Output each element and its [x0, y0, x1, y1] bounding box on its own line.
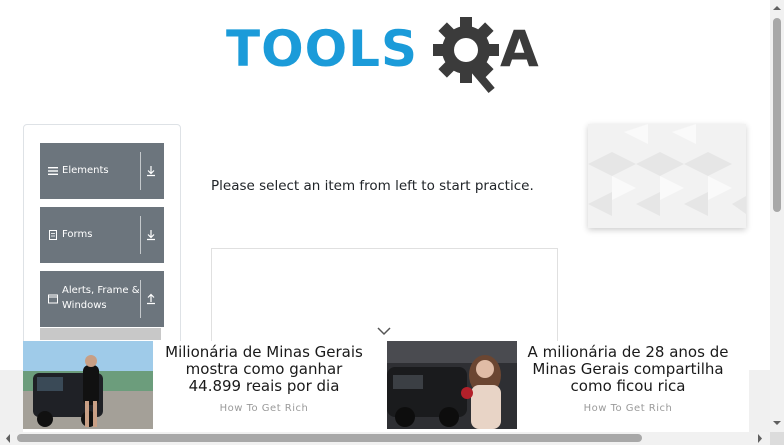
- scroll-up-arrow-icon[interactable]: [773, 4, 781, 12]
- ad-title[interactable]: A milionária de 28 anos de Minas Gerais …: [519, 344, 737, 395]
- ad-source[interactable]: How To Get Rich: [155, 403, 373, 414]
- ad-image-woman-car: [387, 341, 517, 429]
- ad-strip: Milionária de Minas Gerais mostra como g…: [0, 341, 770, 432]
- ad-title-line: Milionária de Minas Gerais: [165, 343, 363, 361]
- window-icon: [48, 294, 58, 304]
- download-arrow-icon: [147, 166, 155, 177]
- sidebar-group-alerts-frame-windows[interactable]: Alerts, Frame & Windows: [40, 271, 164, 327]
- ad-title-line: Minas Gerais compartilha: [532, 360, 724, 378]
- ad-title-line: mostra como ganhar: [185, 360, 343, 378]
- gear-icon: [433, 17, 499, 94]
- practice-instruction: Please select an item from left to start…: [211, 178, 534, 194]
- upload-arrow-icon: [147, 293, 155, 305]
- sidebar-group-label: Forms: [62, 229, 93, 240]
- scroll-right-arrow-icon[interactable]: [756, 434, 764, 443]
- ad-title[interactable]: Milionária de Minas Gerais mostra como g…: [155, 344, 373, 395]
- ad-title-line: A milionária de 28 anos de: [527, 343, 729, 361]
- sidebar-group-label-line2: Windows: [62, 300, 107, 311]
- ad-card-1[interactable]: Milionária de Minas Gerais mostra como g…: [23, 341, 385, 429]
- scrollbar-corner: [770, 432, 784, 445]
- ad-strip-left-edge: [0, 370, 23, 432]
- chevron-down-icon[interactable]: [376, 325, 392, 337]
- sidebar-group-label: Elements: [62, 165, 109, 176]
- vertical-scroll-thumb[interactable]: [773, 18, 781, 212]
- horizontal-scroll-thumb[interactable]: [17, 434, 642, 442]
- list-icon: [48, 167, 58, 175]
- vertical-scrollbar[interactable]: [770, 0, 784, 432]
- ad-title-line: como ficou rica: [570, 377, 686, 395]
- page-viewport: TOOLS A Elements Forms Alerts, Frame & W…: [0, 0, 784, 445]
- divider: [140, 216, 141, 254]
- triangle-pattern-image: [588, 124, 746, 228]
- ad-card-2[interactable]: A milionária de 28 anos de Minas Gerais …: [387, 341, 749, 429]
- horizontal-scrollbar[interactable]: [0, 432, 770, 445]
- logo-text-a: A: [500, 20, 539, 78]
- document-icon: [49, 230, 57, 240]
- ad-source[interactable]: How To Get Rich: [519, 403, 737, 414]
- divider: [140, 152, 141, 190]
- ad-title-line: 44.899 reais por dia: [188, 377, 340, 395]
- toolsqa-logo[interactable]: TOOLS A: [224, 14, 550, 94]
- promo-banner[interactable]: [588, 124, 746, 228]
- sidebar-group-forms[interactable]: Forms: [40, 207, 164, 263]
- sidebar-group-elements[interactable]: Elements: [40, 143, 164, 199]
- scroll-down-arrow-icon[interactable]: [773, 419, 781, 427]
- sidebar-panel: Elements Forms Alerts, Frame & Windows: [23, 124, 181, 364]
- divider: [140, 280, 141, 318]
- logo-text-tools: TOOLS: [226, 20, 418, 78]
- scroll-left-arrow-icon[interactable]: [4, 434, 12, 443]
- download-arrow-icon: [147, 230, 155, 241]
- ad-strip-right-edge: [749, 370, 770, 432]
- ad-image-car-woman: [23, 341, 153, 429]
- sidebar-scroll-area: [40, 328, 161, 340]
- sidebar-group-label-line1: Alerts, Frame &: [62, 285, 140, 296]
